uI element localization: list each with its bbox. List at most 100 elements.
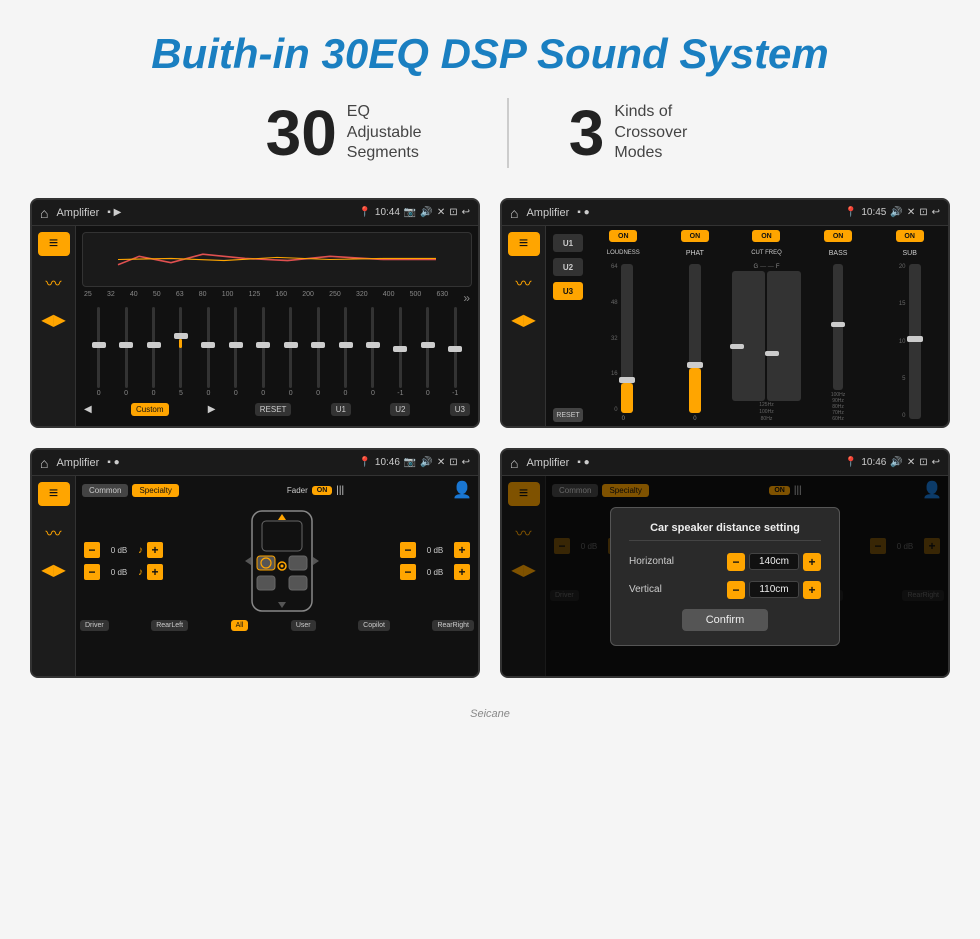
close-icon-2[interactable]: ✕: [907, 207, 915, 218]
custom-btn[interactable]: Custom: [131, 403, 169, 416]
left-top-minus[interactable]: −: [84, 542, 100, 558]
eq-slider-13[interactable]: -1: [442, 307, 467, 397]
home-icon-4[interactable]: ⌂: [510, 455, 518, 471]
eq-slider-12[interactable]: 0: [415, 307, 440, 397]
home-icon[interactable]: ⌂: [40, 205, 48, 221]
horizontal-minus[interactable]: −: [727, 553, 745, 571]
cutfreq-slider-g[interactable]: [732, 271, 765, 401]
left-top-plus[interactable]: +: [147, 542, 163, 558]
common-btn[interactable]: Common: [82, 484, 128, 497]
back-icon[interactable]: ↩: [462, 207, 470, 218]
cutfreq-slider-f[interactable]: [767, 271, 800, 401]
back-icon-2[interactable]: ↩: [932, 207, 940, 218]
fader-vol-icon[interactable]: ◀▶: [38, 558, 70, 582]
eq-vol-icon[interactable]: ◀▶: [38, 308, 70, 332]
right-top-plus[interactable]: +: [454, 542, 470, 558]
bass-label: BASS: [829, 244, 848, 262]
eq-slider-2[interactable]: 0: [141, 307, 166, 397]
play-arrow[interactable]: ▶: [208, 404, 216, 415]
page-title: Buith-in 30EQ DSP Sound System: [151, 30, 829, 78]
left-bot-minus[interactable]: −: [84, 564, 100, 580]
dsp-wave-icon[interactable]: 〰: [508, 270, 540, 294]
eq-slider-4[interactable]: 0: [196, 307, 221, 397]
screen-dsp-header: ⌂ Amplifier ▪ ● 📍 10:45 🔊 ✕ ⊡ ↩: [502, 200, 948, 226]
rearleft-btn[interactable]: RearLeft: [151, 620, 188, 631]
eq-slider-10[interactable]: 0: [360, 307, 385, 397]
eq-slider-1[interactable]: 0: [113, 307, 138, 397]
home-icon-3[interactable]: ⌂: [40, 455, 48, 471]
bass-on[interactable]: ON: [824, 230, 852, 242]
specialty-btn[interactable]: Specialty: [132, 484, 178, 497]
fader-tune-icon[interactable]: ≡: [38, 482, 70, 506]
u3-btn[interactable]: U3: [450, 403, 470, 416]
u3-preset[interactable]: U3: [553, 282, 583, 300]
u2-btn[interactable]: U2: [390, 403, 410, 416]
channel-loudness: ON LOUDNESS 64 48 32 16 0: [589, 230, 658, 422]
sub-slider[interactable]: [909, 264, 921, 419]
horizontal-plus[interactable]: +: [803, 553, 821, 571]
next-arrow[interactable]: »: [463, 291, 470, 305]
loudness-slider[interactable]: [621, 264, 633, 413]
cutfreq-on[interactable]: ON: [752, 230, 780, 242]
channel-bass: ON BASS 100Hz 90Hz 80Hz 70Hz 60H: [804, 230, 873, 422]
copilot-btn[interactable]: Copilot: [358, 620, 390, 631]
volume-icon-2: 🔊: [890, 207, 902, 218]
eq-tune-icon[interactable]: ≡: [38, 232, 70, 256]
eq-wave-icon[interactable]: 〰: [38, 270, 70, 294]
close-icon[interactable]: ✕: [437, 207, 445, 218]
dsp-reset[interactable]: RESET: [553, 408, 583, 422]
window-icon-3[interactable]: ⊡: [449, 457, 457, 468]
phat-slider[interactable]: [689, 264, 701, 413]
window-icon-2[interactable]: ⊡: [919, 207, 927, 218]
eq-slider-9[interactable]: 0: [333, 307, 358, 397]
horizontal-input: − 140cm +: [727, 553, 821, 571]
dsp-content: ≡ 〰 ◀▶ U1 U2 U3 RESET ON LOUDNESS: [502, 226, 948, 426]
prev-arrow[interactable]: ◀: [84, 404, 92, 415]
vertical-minus[interactable]: −: [727, 581, 745, 599]
all-btn[interactable]: All: [231, 620, 249, 631]
u1-btn[interactable]: U1: [331, 403, 351, 416]
eq-slider-11[interactable]: -1: [388, 307, 413, 397]
left-bot-plus[interactable]: +: [147, 564, 163, 580]
reset-btn[interactable]: RESET: [255, 403, 292, 416]
location-icon-3: 📍: [358, 457, 370, 468]
fader-on[interactable]: ON: [312, 486, 333, 495]
bass-slider[interactable]: [833, 264, 843, 390]
rearright-btn[interactable]: RearRight: [432, 620, 474, 631]
window-icon[interactable]: ⊡: [449, 207, 457, 218]
phat-on[interactable]: ON: [681, 230, 709, 242]
eq-slider-6[interactable]: 0: [251, 307, 276, 397]
close-icon-3[interactable]: ✕: [437, 457, 445, 468]
dsp-tune-icon[interactable]: ≡: [508, 232, 540, 256]
user-btn[interactable]: User: [291, 620, 316, 631]
home-icon-2[interactable]: ⌂: [510, 205, 518, 221]
speaker-distance-dialog: Car speaker distance setting Horizontal …: [610, 507, 840, 646]
dsp-vol-icon[interactable]: ◀▶: [508, 308, 540, 332]
stats-row: 30 EQ AdjustableSegments 3 Kinds ofCross…: [266, 98, 715, 168]
window-icon-4[interactable]: ⊡: [919, 457, 927, 468]
u2-preset[interactable]: U2: [553, 258, 583, 276]
close-icon-4[interactable]: ✕: [907, 457, 915, 468]
u1-preset[interactable]: U1: [553, 234, 583, 252]
eq-slider-8[interactable]: 0: [305, 307, 330, 397]
confirm-button[interactable]: Confirm: [682, 609, 769, 631]
driver-btn[interactable]: Driver: [80, 620, 109, 631]
dist-time: 10:46: [861, 457, 886, 468]
fader-wave-icon[interactable]: 〰: [38, 520, 70, 544]
sub-on[interactable]: ON: [896, 230, 924, 242]
screen-distance: ⌂ Amplifier ▪ ● 📍 10:46 🔊 ✕ ⊡ ↩ ≡ 〰 ◀▶: [500, 448, 950, 678]
eq-slider-0[interactable]: 0: [86, 307, 111, 397]
eq-slider-3[interactable]: 5: [168, 307, 193, 397]
eq-time: 10:44: [375, 207, 400, 218]
fader-side-panel: ≡ 〰 ◀▶: [32, 476, 76, 676]
vertical-plus[interactable]: +: [803, 581, 821, 599]
eq-slider-7[interactable]: 0: [278, 307, 303, 397]
right-bot-plus[interactable]: +: [454, 564, 470, 580]
loudness-on[interactable]: ON: [609, 230, 637, 242]
back-icon-4[interactable]: ↩: [932, 457, 940, 468]
back-icon-3[interactable]: ↩: [462, 457, 470, 468]
eq-slider-5[interactable]: 0: [223, 307, 248, 397]
right-bot-minus[interactable]: −: [400, 564, 416, 580]
freq-25: 25: [84, 291, 92, 305]
right-top-minus[interactable]: −: [400, 542, 416, 558]
